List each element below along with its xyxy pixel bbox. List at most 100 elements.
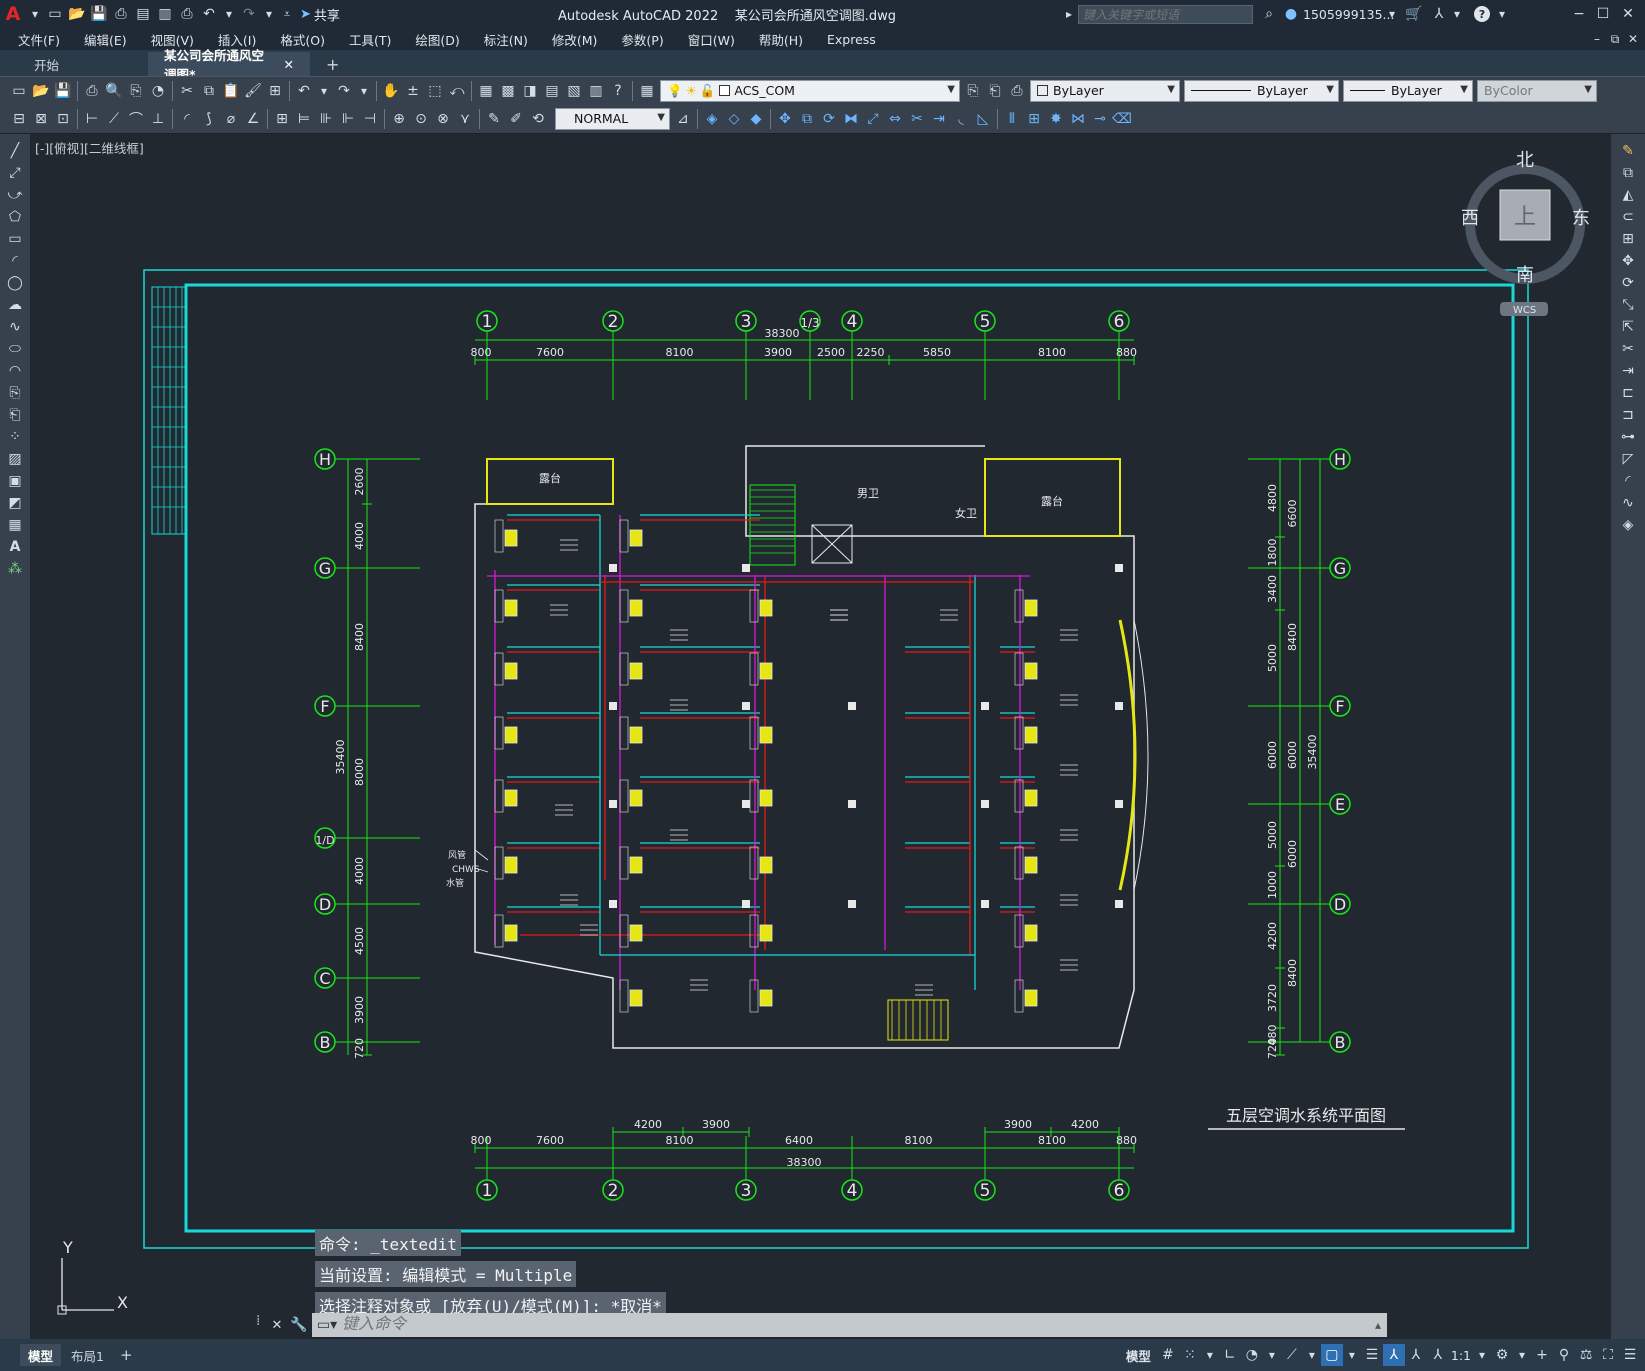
multileader-style-icon[interactable]: ⊡ — [52, 108, 74, 130]
command-customize-icon[interactable]: 🔧 — [288, 1314, 310, 1336]
blend-curves-icon[interactable]: ∿ — [1617, 492, 1639, 514]
dim-space-icon[interactable]: ⊩ — [337, 108, 359, 130]
mtext-icon[interactable]: A — [4, 536, 26, 558]
annotation-scale-value[interactable]: 1:1 — [1451, 1348, 1471, 1363]
move-right-icon[interactable]: ✥ — [1617, 250, 1639, 272]
clean-screen-icon[interactable]: ⛶ — [1597, 1344, 1619, 1366]
viewport-controls[interactable]: [-][俯视][二维线框] — [35, 138, 144, 157]
dim-text-edit-icon[interactable]: ✐ — [505, 108, 527, 130]
circle-icon[interactable]: ◯ — [4, 272, 26, 294]
menu-express[interactable]: Express — [815, 32, 888, 47]
viewcube-north[interactable]: 北 — [1516, 150, 1534, 171]
cart-icon[interactable]: 🛒 — [1403, 3, 1425, 25]
isometric-icon[interactable]: ⟋ — [1281, 1344, 1303, 1366]
autodesk-a360-icon[interactable]: ⅄ — [1428, 3, 1450, 25]
redo-dropdown-icon[interactable]: ▾ — [260, 3, 278, 25]
tool-palettes-icon[interactable]: ◨ — [519, 80, 541, 102]
command-prompt-icon[interactable]: ▭▾ — [312, 1314, 342, 1336]
region-icon[interactable]: ◩ — [4, 492, 26, 514]
dim-baseline-icon[interactable]: ⊨ — [293, 108, 315, 130]
user-dropdown-icon[interactable]: ▾ — [1383, 3, 1401, 25]
isolate-objects-icon[interactable]: ⚲ — [1553, 1344, 1575, 1366]
construction-line-icon[interactable]: ⤢ — [4, 162, 26, 184]
cut-icon[interactable]: ✂ — [176, 80, 198, 102]
break-point-icon[interactable]: ⊏ — [1617, 382, 1639, 404]
new-file-icon[interactable]: ▭ — [44, 3, 66, 25]
close-icon[interactable]: ✕ — [1617, 3, 1639, 25]
zoom-previous-icon[interactable]: ⤺ — [446, 80, 468, 102]
chamfer-right-icon[interactable]: ◸ — [1617, 448, 1639, 470]
command-close-icon[interactable]: ✕ — [266, 1314, 288, 1336]
search-input[interactable] — [1078, 5, 1253, 24]
linetype-dropdown[interactable]: ByLayer ▼ — [1184, 79, 1339, 102]
dim-jogged-icon[interactable]: ⟆ — [198, 108, 220, 130]
hardware-accel-icon[interactable]: ⚖ — [1575, 1344, 1597, 1366]
fillet-icon[interactable]: ◟ — [950, 108, 972, 130]
dim-radius-icon[interactable]: ◜ — [176, 108, 198, 130]
center-mark-icon[interactable]: ⊙ — [410, 108, 432, 130]
layer-dropdown[interactable]: 💡 ☀ 🔓 ACS_COM ▼ — [660, 79, 960, 102]
break-right-icon[interactable]: ⊐ — [1617, 404, 1639, 426]
make-current-layer-icon[interactable]: ⎘ — [962, 80, 984, 102]
maximize-icon[interactable]: ☐ — [1592, 3, 1614, 25]
annotation-scale-icon[interactable]: ⅄ — [1427, 1344, 1449, 1366]
dim-update-icon[interactable]: ⟲ — [527, 108, 549, 130]
dim-diameter-icon[interactable]: ⌀ — [220, 108, 242, 130]
model-space-button[interactable]: 模型 — [1126, 1346, 1151, 1365]
doc-close-icon[interactable]: ✕ — [1624, 28, 1642, 50]
rotate-right-icon[interactable]: ⟳ — [1617, 272, 1639, 294]
command-input[interactable] — [342, 1314, 1369, 1336]
share-button[interactable]: ➤ 共享 — [300, 5, 340, 24]
explode-icon[interactable]: ✸ — [1045, 108, 1067, 130]
join-right-icon[interactable]: ⊶ — [1617, 426, 1639, 448]
erase-right-icon[interactable]: ✎ — [1617, 140, 1639, 162]
color-dropdown[interactable]: ByLayer ▼ — [1030, 79, 1180, 102]
redo-icon[interactable]: ↷ — [238, 3, 260, 25]
menu-draw[interactable]: 绘图(D) — [403, 30, 471, 49]
spline-icon[interactable]: ∿ — [4, 316, 26, 338]
trim-right-icon[interactable]: ✂ — [1617, 338, 1639, 360]
print-preview-icon[interactable]: 🔍 — [103, 80, 125, 102]
mirror-icon[interactable]: ⧓ — [840, 108, 862, 130]
table-icon[interactable]: ▦ — [4, 514, 26, 536]
menu-window[interactable]: 窗口(W) — [676, 30, 747, 49]
dim-ordinate-icon[interactable]: ⊥ — [147, 108, 169, 130]
properties-icon[interactable]: ▦ — [475, 80, 497, 102]
tab-close-icon[interactable]: ✕ — [284, 57, 294, 72]
jogged-linear-icon[interactable]: ⋎ — [454, 108, 476, 130]
osnap-dropdown-icon[interactable]: ▾ — [1343, 1344, 1361, 1366]
ucs-icon[interactable]: ◈ — [701, 108, 723, 130]
minimize-icon[interactable]: − — [1568, 3, 1590, 25]
menu-file[interactable]: 文件(F) — [6, 30, 72, 49]
offset-icon[interactable]: ⫴ — [1001, 108, 1023, 130]
chamfer-icon[interactable]: ◺ — [972, 108, 994, 130]
plus-icon[interactable]: + — [1531, 1344, 1553, 1366]
make-block-icon[interactable]: ⎗ — [4, 404, 26, 426]
menu-format[interactable]: 格式(O) — [268, 30, 337, 49]
redo-toolbar-dropdown-icon[interactable]: ▾ — [355, 80, 373, 102]
menu-modify[interactable]: 修改(M) — [540, 30, 610, 49]
scale-icon[interactable]: ⤢ — [862, 108, 884, 130]
tab-start[interactable]: 开始 — [18, 52, 148, 76]
calculator-icon[interactable]: ▥ — [585, 80, 607, 102]
layer-properties-icon[interactable]: ▦ — [636, 80, 658, 102]
viewcube-west[interactable]: 西 — [1461, 208, 1479, 229]
viewcube-east[interactable]: 东 — [1572, 208, 1590, 229]
save-toolbar-icon[interactable]: 💾 — [52, 80, 74, 102]
undo-dropdown-icon[interactable]: ▾ — [220, 3, 238, 25]
design-center-icon[interactable]: ▩ — [497, 80, 519, 102]
help-toolbar-icon[interactable]: ? — [607, 80, 629, 102]
polar-tracking-icon[interactable]: ◔ — [1241, 1344, 1263, 1366]
ellipse-arc-icon[interactable]: ◠ — [4, 360, 26, 382]
polar-dropdown-icon[interactable]: ▾ — [1263, 1344, 1281, 1366]
user-icon[interactable]: ● — [1280, 3, 1302, 25]
add-layout-button[interactable]: + — [114, 1344, 139, 1366]
annotation-visibility-icon[interactable]: ⅄ — [1382, 1344, 1405, 1366]
copy-icon[interactable]: ⧉ — [198, 80, 220, 102]
auto-scale-icon[interactable]: ⅄ — [1405, 1344, 1427, 1366]
open-file-icon[interactable]: 📂 — [66, 3, 88, 25]
web-mobile-save-icon[interactable]: ▥ — [154, 3, 176, 25]
snap-mode-icon[interactable]: ⁙ — [1179, 1344, 1201, 1366]
markup-icon[interactable]: ▧ — [563, 80, 585, 102]
doc-minimize-icon[interactable]: – — [1588, 28, 1606, 50]
